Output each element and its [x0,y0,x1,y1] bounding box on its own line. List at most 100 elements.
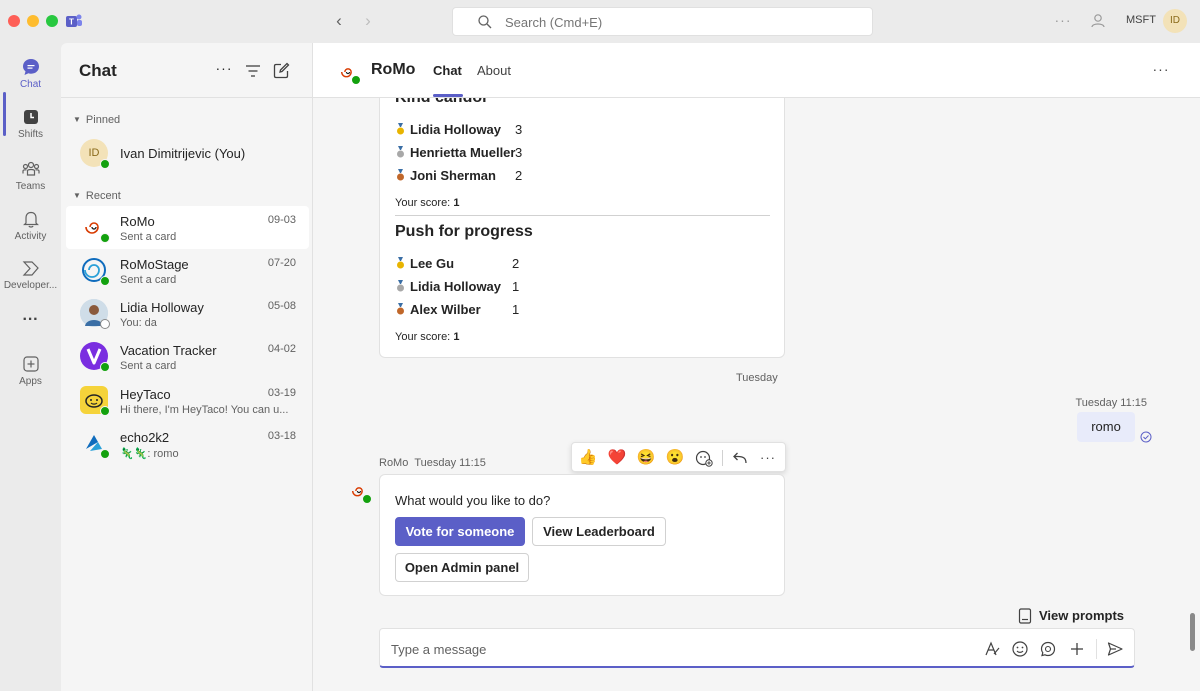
conversation-pane: RoMo Chat About ··· Kind candor Lidia Ho… [313,43,1200,691]
divider [722,450,723,466]
avatar [80,342,110,372]
search-box[interactable] [452,7,873,36]
tab-about[interactable]: About [477,63,511,78]
view-leaderboard-button[interactable]: View Leaderboard [532,517,666,546]
divider [395,215,770,216]
rail-item-apps[interactable]: Apps [0,346,61,394]
avatar-initials: ID [88,147,100,159]
my-message-bubble[interactable]: romo [1077,412,1135,442]
chat-item-vacation-tracker[interactable]: Vacation Tracker 04-02 Sent a card [66,335,309,378]
settings-more-button[interactable]: ··· [1053,11,1073,31]
send-icon[interactable] [1106,640,1124,658]
teams-icon [21,161,40,176]
header-more-button[interactable]: ··· [1151,61,1171,81]
filter-icon[interactable] [243,61,263,81]
presence-available-icon [362,494,372,504]
chat-item-preview: Sent a card [120,231,177,243]
thumbs-up-reaction-button[interactable]: 👍 [578,448,598,468]
chat-item-echo2k2[interactable]: echo2k2 03-18 🦎🦎: romo [66,422,309,465]
my-message-meta: Tuesday 11:15 [1075,397,1147,409]
recent-section-label[interactable]: ▼ Recent [73,190,121,202]
heart-reaction-button[interactable]: ❤️ [607,448,627,468]
developer-icon [22,261,39,276]
search-input[interactable] [505,12,855,32]
plus-icon[interactable] [1068,640,1086,658]
scrollbar-thumb[interactable] [1190,613,1195,651]
maximize-window-button[interactable] [46,15,58,27]
leaderboard-row: Henrietta Mueller [395,145,515,160]
bot-message-time: Tuesday 11:15 [414,457,486,469]
your-score: Your score: 1 [395,331,459,343]
rail-more-button[interactable]: ··· [0,305,61,335]
active-tab-indicator [433,94,463,97]
new-chat-icon[interactable] [271,61,291,81]
rail-label-chat: Chat [19,79,42,90]
reply-icon[interactable] [730,448,750,468]
close-window-button[interactable] [8,15,20,27]
leaderboard-section-title: Kind candor [395,98,488,107]
chat-list-title: Chat [79,61,117,80]
leaderboard-row: Alex Wilber [395,302,481,317]
rail-item-developer[interactable]: Developer... [0,250,61,298]
view-prompts-label: View prompts [1039,608,1125,623]
profile-avatar[interactable]: ID [1163,9,1187,33]
message-composer[interactable] [379,628,1135,668]
search-icon [478,15,492,29]
read-receipt-icon [1140,431,1152,443]
rail-item-teams[interactable]: Teams [0,151,61,199]
chat-item-romo[interactable]: RoMo 09-03 Sent a card [66,206,309,249]
your-score-label: Your score: [395,331,451,343]
people-icon[interactable] [1088,11,1108,31]
presence-available-icon [100,276,110,286]
presence-available-icon [100,362,110,372]
chat-item-heytaco[interactable]: HeyTaco 03-19 Hi there, I'm HeyTaco! You… [66,379,309,422]
recent-label: Recent [85,190,121,202]
chat-item-pinned-self[interactable]: ID Ivan Dimitrijevic (You) [66,132,309,175]
back-button[interactable]: ‹ [329,11,349,31]
surprised-reaction-button[interactable]: 😮 [665,448,685,468]
format-icon[interactable] [983,640,1001,658]
leaderboard-name: Lidia Holloway [410,279,502,294]
message-list: Kind candor Lidia Holloway 3 Henrietta M… [313,98,1200,691]
leaderboard-card: Kind candor Lidia Holloway 3 Henrietta M… [379,98,785,358]
rail-item-shifts[interactable]: Shifts [0,99,61,147]
loop-icon[interactable] [1039,640,1057,658]
more-options-button[interactable]: ··· [214,61,234,81]
chat-item-preview: Sent a card [120,360,177,372]
prompts-book-icon [1018,608,1032,624]
emoji-icon[interactable] [1011,640,1029,658]
leaderboard-name: Alex Wilber [410,302,481,317]
chat-item-romostage[interactable]: RoMoStage 07-20 Sent a card [66,249,309,292]
leaderboard-name: Lidia Holloway [410,122,502,137]
vote-for-someone-button[interactable]: Vote for someone [395,517,525,546]
rail-item-chat[interactable]: Chat [0,49,61,97]
caret-down-icon: ▼ [73,191,81,200]
avatar [337,61,361,85]
bronze-medal-icon [397,303,404,315]
open-admin-panel-button[interactable]: Open Admin panel [395,553,529,582]
chat-item-date: 09-03 [267,214,296,226]
chat-item-date: 05-08 [267,300,296,312]
minimize-window-button[interactable] [27,15,39,27]
tab-chat[interactable]: Chat [433,63,462,78]
leaderboard-score: 3 [515,145,523,160]
presence-available-icon [100,159,110,169]
rail-item-activity[interactable]: Activity [0,201,61,249]
chat-item-name: Ivan Dimitrijevic (You) [120,146,246,161]
app-rail: Chat Shifts Teams Activity Developer... [0,43,61,691]
card-prompt-text: What would you like to do? [395,493,551,508]
presence-available-icon [351,75,361,85]
chat-item-name: Lidia Holloway [120,300,204,315]
leaderboard-score: 2 [515,168,523,183]
pinned-section-label[interactable]: ▼ Pinned [73,114,120,126]
laugh-reaction-button[interactable]: 😆 [636,448,656,468]
chat-item-lidia-holloway[interactable]: Lidia Holloway 05-08 You: da [66,292,309,335]
forward-button[interactable]: › [358,11,378,31]
silver-medal-icon [397,146,404,158]
message-input[interactable] [391,639,951,659]
add-reaction-icon[interactable] [694,448,714,468]
bot-message-meta: RoMo Tuesday 11:15 [379,457,492,469]
message-more-button[interactable]: ··· [758,448,778,468]
action-card: What would you like to do? Vote for some… [379,474,785,596]
leaderboard-name: Henrietta Mueller [410,145,516,160]
